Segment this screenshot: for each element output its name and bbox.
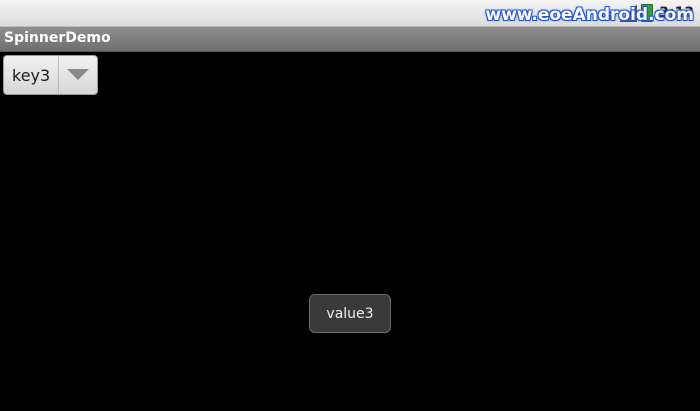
3g-signal-icon: 3G [595,4,616,22]
dropdown-arrow-icon [58,56,97,94]
title-bar: SpinnerDemo [0,27,700,52]
toast-message: value3 [309,294,391,333]
status-bar: 3G 3:13 www.eoeAndroid.com [0,0,700,27]
android-screen: 3G 3:13 www.eoeAndroid.com SpinnerDemo k… [0,0,700,411]
spinner-selected-value: key3 [12,65,51,85]
cell-signal-icon [619,4,638,22]
status-icons: 3G 3:13 [595,3,694,23]
status-time: 3:13 [659,5,694,21]
spinner-dropdown[interactable]: key3 [3,55,98,95]
app-title: SpinnerDemo [4,30,111,46]
battery-icon [641,4,654,22]
